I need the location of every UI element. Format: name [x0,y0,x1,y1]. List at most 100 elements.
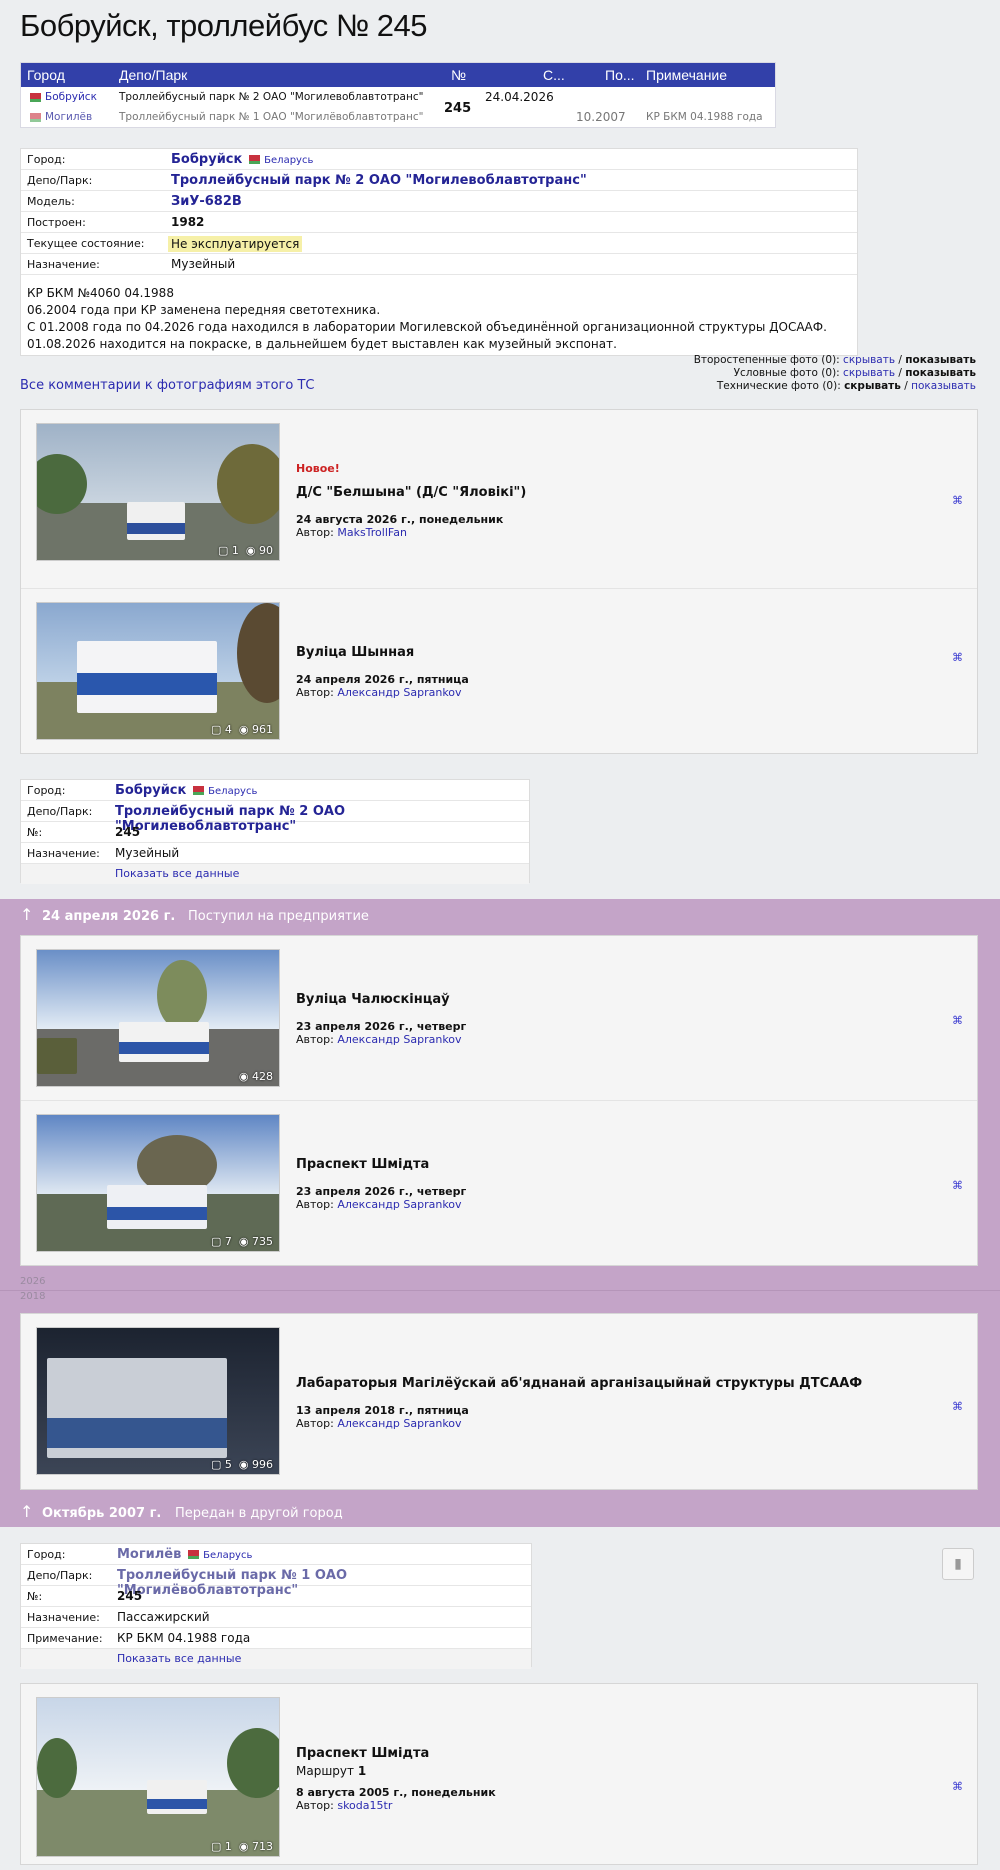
comment-icon: ▢ [210,1235,222,1248]
city-link[interactable]: Бобруйск [115,783,186,798]
assignment-panel: Город: Бобруйск Беларусь Депо/Парк: Трол… [20,779,530,884]
photo-card[interactable]: ◉ 428 Вуліца Чалюскінцаў 23 апреля 2026 … [21,936,977,1101]
city-link[interactable]: Могилёв [45,111,92,123]
belarus-flag-icon [185,1550,200,1559]
col-to[interactable]: По... [605,67,635,83]
label-purpose: Назначение: [27,847,100,860]
comment-icon: ▢ [210,1458,222,1471]
label-city: Город: [27,784,66,797]
label-city: Город: [27,1548,66,1561]
photo-thumbnail[interactable]: ▢ 4 ◉ 961 [36,602,280,740]
history-table-header: Город Депо/Парк № С... По... Примечание [21,63,775,87]
filter-label: Условные фото (0): [733,367,840,379]
photo-date: 13 апреля 2018 г., пятница [296,1404,469,1417]
author-link[interactable]: Александр Saprankov [337,1417,461,1430]
eye-icon: ◉ [245,544,256,557]
purpose-value: Музейный [171,257,236,271]
filter-hide-link[interactable]: скрывать [843,354,895,366]
year-mark: 2026 [20,1276,46,1287]
col-depot[interactable]: Депо/Парк [119,67,187,83]
photo-card[interactable]: ▢ 5 ◉ 996 Лабараторыя Магілёўскай аб'ядн… [21,1314,977,1489]
photo-stats: ▢ 5 ◉ 996 [210,1458,273,1471]
favorite-icon[interactable]: ⌘ [952,1179,963,1192]
event-date: Октябрь 2007 г. [42,1506,162,1521]
number-value: 245 [117,1589,143,1603]
col-number[interactable]: № [451,67,466,83]
history-note: КР БКМ 04.1988 года [646,111,763,123]
all-comments-link[interactable]: Все комментарии к фотографиям этого ТС [20,378,314,393]
photo-thumbnail[interactable]: ▢ 1 ◉ 713 [36,1697,280,1857]
depot-link[interactable]: Троллейбусный парк № 2 ОАО "Могилевоблав… [119,91,423,103]
note-line: С 01.2008 года по 04.2026 года находился… [27,320,827,334]
arrow-up-icon[interactable]: ↑ [20,905,33,924]
new-badge: Новое! [296,462,340,475]
country-link[interactable]: Беларусь [264,155,313,166]
note-value: КР БКМ 04.1988 года [117,1631,251,1645]
filter-label: Технические фото (0): [716,380,841,392]
favorite-icon[interactable]: ⌘ [952,1014,963,1027]
show-all-data-link[interactable]: Показать все данные [115,867,239,880]
event-text: Поступил на предприятие [188,909,369,924]
label-city: Город: [27,153,66,166]
photo-card[interactable]: ▢ 1 ◉ 713 Праспект Шмідта Маршрут 1 8 ав… [21,1684,977,1864]
comment-icon: ▢ [217,544,229,557]
city-link[interactable]: Могилёв [117,1547,181,1562]
filter-show-link[interactable]: показывать [911,380,976,392]
belarus-flag-icon [246,155,261,164]
comment-icon: ▢ [210,1840,222,1853]
photo-thumbnail[interactable]: ▢ 5 ◉ 996 [36,1327,280,1475]
author-link[interactable]: skoda15tr [337,1799,392,1812]
route-label: Маршрут [296,1764,355,1778]
author-link[interactable]: Александр Saprankov [337,686,461,699]
author-link[interactable]: MaksTrollFan [337,526,407,539]
photo-thumbnail[interactable]: ▢ 1 ◉ 90 [36,423,280,561]
photo-place: Праспект Шмідта [296,1746,430,1761]
filter-hide-link[interactable]: скрывать [843,367,895,379]
photo-thumbnail[interactable]: ▢ 7 ◉ 735 [36,1114,280,1252]
label-built: Построен: [27,216,86,229]
photo-card[interactable]: ▢ 4 ◉ 961 Вуліца Шынная 24 апреля 2026 г… [21,589,977,753]
photo-place: Д/С "Белшына" (Д/С "Яловікі") [296,485,527,500]
photo-stats: ▢ 4 ◉ 961 [210,723,273,736]
photo-card[interactable]: ▢ 1 ◉ 90 Новое! Д/С "Белшына" (Д/С "Ялов… [21,410,977,589]
col-note[interactable]: Примечание [646,67,727,83]
author-label: Автор: [296,686,334,699]
city-link[interactable]: Бобруйск [45,91,97,103]
photo-thumbnail[interactable]: ◉ 428 [36,949,280,1087]
author-link[interactable]: Александр Saprankov [337,1033,461,1046]
favorite-icon[interactable]: ⌘ [952,651,963,664]
photo-place: Вуліца Шынная [296,645,415,660]
date-from: 24.04.2026 [485,90,554,104]
photo-card[interactable]: ▢ 7 ◉ 735 Праспект Шмідта 23 апреля 2026… [21,1101,977,1265]
purpose-value: Музейный [115,846,180,860]
model-link[interactable]: ЗиУ-682В [171,194,242,209]
favorite-icon[interactable]: ⌘ [952,494,963,507]
history-number: 245 [444,101,472,116]
event-text: Передан в другой город [175,1506,343,1521]
route-number[interactable]: 1 [358,1764,366,1778]
label-note: Примечание: [27,1632,103,1645]
depot-link[interactable]: Троллейбусный парк № 2 ОАО "Могилевоблав… [171,173,587,188]
favorite-icon[interactable]: ⌘ [952,1400,963,1413]
filter-label: Второстепенные фото (0): [693,354,840,366]
country-link[interactable]: Беларусь [203,1550,252,1561]
author-link[interactable]: Александр Saprankov [337,1198,461,1211]
label-depot: Депо/Парк: [27,805,93,818]
photo-list: ▢ 5 ◉ 996 Лабараторыя Магілёўскай аб'ядн… [20,1313,978,1490]
col-city[interactable]: Город [27,67,65,83]
photo-stats: ▢ 1 ◉ 713 [210,1840,273,1853]
history-table: Город Депо/Парк № С... По... Примечание … [20,62,776,128]
purpose-value: Пассажирский [117,1610,210,1624]
vehicle-notes: КР БКМ №4060 04.1988 06.2004 года при КР… [27,285,827,353]
col-from[interactable]: С... [543,67,565,83]
photo-place: Праспект Шмідта [296,1157,430,1172]
author-label: Автор: [296,526,334,539]
show-all-data-link[interactable]: Показать все данные [117,1652,241,1665]
belarus-flag-icon [27,92,41,102]
favorite-icon[interactable]: ⌘ [952,1780,963,1793]
arrow-up-icon[interactable]: ↑ [20,1502,33,1521]
depot-link[interactable]: Троллейбусный парк № 1 ОАО "Могилёвоблав… [119,111,423,123]
trash-icon[interactable]: ▮ [942,1548,974,1580]
country-link[interactable]: Беларусь [208,786,257,797]
city-link[interactable]: Бобруйск [171,152,242,167]
